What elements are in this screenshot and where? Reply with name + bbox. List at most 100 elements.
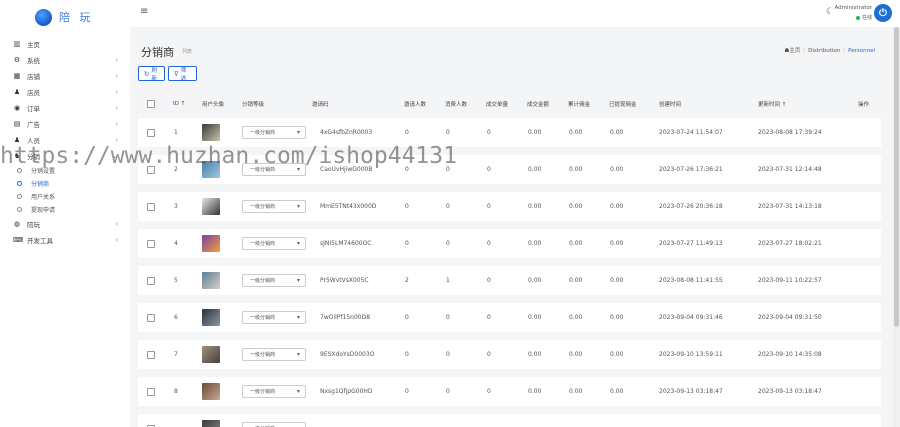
sidebar-subitem-3[interactable]: 提现申请 (0, 203, 130, 216)
person-icon: ♟ (13, 136, 21, 144)
row-checkbox[interactable] (147, 202, 155, 211)
filter-button[interactable]: ⊽ 筛选 (168, 66, 197, 82)
logo-icon (35, 8, 52, 26)
cell-id: 1 (174, 129, 178, 136)
col-code: 邀请码 (312, 102, 329, 108)
col-amount: 成交金额 (527, 102, 550, 108)
cell-orders: 0 (487, 351, 491, 358)
cell-commission: 0.00 (569, 240, 583, 247)
sidebar-item-label: 订单 (27, 105, 40, 113)
level-select[interactable]: 一级分销商 (242, 422, 306, 427)
keyboard-icon: ⌨ (13, 236, 24, 244)
table-row[interactable]: 一级分销商 5 Pr5WvtVsX005C 2 1 0 0.00 0.00 0.00 2023-0… (138, 266, 881, 295)
level-select[interactable]: 一级分销商 (242, 348, 306, 361)
sidebar-subitem-label: 提现申请 (31, 207, 56, 214)
avatar[interactable] (202, 309, 220, 326)
level-select[interactable]: 一级分销商 (242, 126, 306, 139)
filter-label: 筛选 (180, 67, 187, 82)
level-select[interactable]: 一级分销商 (242, 311, 306, 324)
level-select[interactable]: 一级分销商 (242, 163, 306, 176)
page-scrollbar[interactable] (893, 27, 900, 427)
sidebar-subitem-2[interactable]: 用户关系 (0, 190, 130, 203)
cell-consume: 0 (446, 314, 450, 321)
sidebar-subitem-1[interactable]: 分销商 (0, 177, 130, 190)
sidebar-item-items3[interactable]: ♟ 店员 ‹ (0, 84, 130, 100)
level-select[interactable]: 一级分销商 (242, 385, 306, 398)
cell-commission: 0.00 (569, 166, 583, 173)
table-header: ID ↑ 用户头像 分销等级 邀请码 邀请人数 消费人数 成交单量 成交金额 累… (138, 94, 881, 114)
row-checkbox[interactable] (147, 387, 155, 396)
menu-toggle-icon[interactable]: ≡ (140, 6, 148, 17)
cell-created: 2023-09-10 13:59:11 (659, 351, 723, 358)
order-icon: ◉ (13, 104, 21, 112)
cell-updated: 2023-09-13 03:18:47 (758, 388, 822, 395)
avatar[interactable] (202, 346, 220, 363)
row-checkbox[interactable] (147, 165, 155, 174)
col-updated[interactable]: 更新时间 ↑ (758, 94, 786, 114)
select-all-checkbox[interactable] (147, 100, 155, 108)
table-row[interactable]: 一级分销商 2 CaoUvHjiwG000B 0 0 0 0.00 0.00 0.00 2023-… (138, 155, 881, 184)
cell-withdrawn: 0.00 (610, 166, 624, 173)
sidebar-item-label: 开发工具 (27, 237, 53, 245)
sidebar-item-items0[interactable]: ▥ 主页 (0, 36, 130, 52)
table-row[interactable]: 一级分销商 3 MmE5TNt43x000D 0 0 0 0.00 0.00 0.00 2023-… (138, 192, 881, 221)
table-row[interactable]: 一级分销商 (138, 414, 881, 427)
cell-updated: 2023-07-31 14:13:18 (758, 203, 822, 210)
admin-status: 在线 (830, 14, 872, 21)
sidebar-item-items5[interactable]: ▤ 广告 ‹ (0, 116, 130, 132)
table-row[interactable]: 一级分销商 7 9ESXdoYsD0003O 0 0 0 0.00 0.00 0.00 2023-… (138, 340, 881, 369)
avatar[interactable] (202, 161, 220, 178)
col-id[interactable]: ID ↑ (173, 94, 185, 114)
table-row[interactable]: 一级分销商 4 sJNI5LM74600OC 0 0 0 0.00 0.00 0.00 2023-… (138, 229, 881, 258)
refresh-button[interactable]: ↻ 刷新 (138, 66, 165, 82)
cell-updated: 2023-07-27 18:02:21 (758, 240, 822, 247)
row-checkbox[interactable] (147, 276, 155, 285)
cell-consume: 0 (446, 203, 450, 210)
avatar[interactable] (202, 124, 220, 141)
cell-consume: 0 (446, 129, 450, 136)
sidebar-item-items2[interactable]: ▦ 店铺 ‹ (0, 68, 130, 84)
table-row[interactable]: 一级分销商 1 4xG4sfbZnR0003 0 0 0 0.00 0.00 0.00 2023-… (138, 118, 881, 147)
cell-consume: 0 (446, 240, 450, 247)
avatar[interactable] (202, 272, 220, 289)
sidebar-item-items_after0[interactable]: ◍ 陪玩 ‹ (0, 216, 130, 232)
app-logo[interactable]: 陪 玩 (0, 0, 130, 34)
cell-amount: 0.00 (528, 129, 542, 136)
sidebar-item-items7[interactable]: ♞ 分销 ⌄ (0, 148, 130, 164)
admin-name[interactable]: Administrator (820, 5, 873, 11)
refresh-label: 刷新 (151, 67, 157, 82)
main-content: 分销商 列表 ☗主页 / Distribution / Personnel ↻ 刷新 ⊽ 筛… (130, 27, 891, 427)
avatar[interactable] (202, 235, 220, 252)
level-select[interactable]: 一级分销商 (242, 200, 306, 213)
avatar[interactable] (202, 198, 220, 215)
level-select[interactable]: 一级分销商 (242, 274, 306, 287)
breadcrumb-home[interactable]: ☗主页 (784, 48, 800, 54)
row-checkbox[interactable] (147, 239, 155, 248)
level-select[interactable]: 一级分销商 (242, 237, 306, 250)
cell-invite: 0 (405, 203, 409, 210)
circle-icon (17, 207, 22, 212)
cell-invite: 0 (405, 129, 409, 136)
breadcrumb-mid[interactable]: Distribution (808, 48, 840, 54)
row-checkbox[interactable] (147, 350, 155, 359)
sidebar-item-items6[interactable]: ♟ 人员 ‹ (0, 132, 130, 148)
sidebar-item-items1[interactable]: ⚙ 系统 ‹ (0, 52, 130, 68)
power-icon[interactable]: ⏻ (874, 4, 892, 22)
sidebar-item-items4[interactable]: ◉ 订单 ‹ (0, 100, 130, 116)
scrollbar-thumb[interactable] (894, 27, 899, 327)
sidebar-subitem-label: 分销商 (31, 181, 50, 188)
avatar[interactable] (202, 383, 220, 400)
col-orders: 成交单量 (486, 102, 509, 108)
row-checkbox[interactable] (147, 313, 155, 322)
table-row[interactable]: 一级分销商 8 Nxsg1QfjpG00HD 0 0 0 0.00 0.00 0.00 2023-… (138, 377, 881, 406)
row-checkbox[interactable] (147, 128, 155, 137)
avatar[interactable] (202, 420, 220, 427)
cell-id: 7 (174, 351, 178, 358)
level-select-value: 一级分销商 (250, 167, 276, 173)
cell-amount: 0.00 (528, 314, 542, 321)
sidebar-subitem-0[interactable]: 分销设置 (0, 164, 130, 177)
col-withdrawn: 已提现佣金 (609, 102, 637, 108)
col-commission: 累计佣金 (568, 102, 591, 108)
table-row[interactable]: 一级分销商 6 7wOilPf15n00D8 0 0 0 0.00 0.00 0.00 2023-… (138, 303, 881, 332)
sidebar-item-items_after1[interactable]: ⌨ 开发工具 ‹ (0, 232, 130, 248)
